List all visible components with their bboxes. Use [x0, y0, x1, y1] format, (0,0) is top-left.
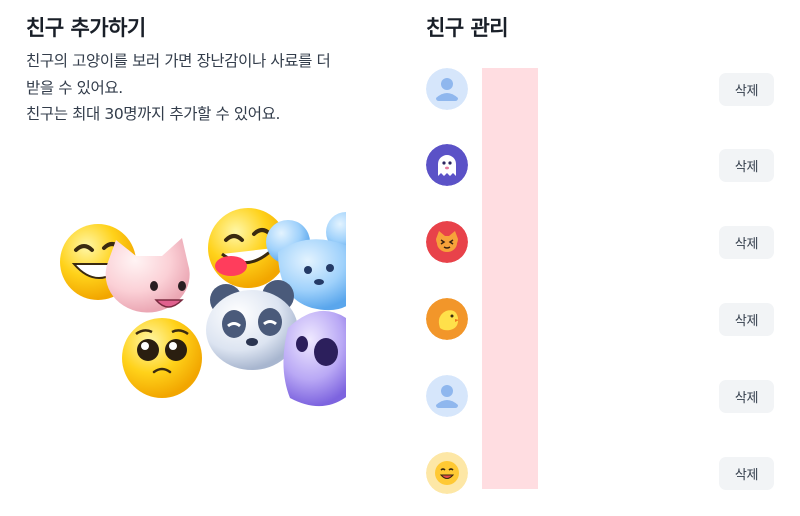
friend-row: 삭제 — [426, 68, 774, 112]
add-friend-description: 친구의 고양이를 보러 가면 장난감이나 사료를 더 받을 수 있어요. 친구는… — [26, 48, 371, 128]
description-line: 친구의 고양이를 보러 가면 장난감이나 사료를 더 — [26, 52, 331, 70]
manage-friends-panel: 친구 관리 삭제 삭제 삭제 삭제 삭제 삭제 — [426, 0, 800, 516]
delete-friend-button[interactable]: 삭제 — [719, 380, 774, 413]
redacted-names-block — [482, 68, 538, 489]
friend-row: 삭제 — [426, 144, 774, 188]
cat-face-icon — [426, 221, 468, 263]
friend-row: 삭제 — [426, 452, 774, 496]
chick-icon — [426, 298, 468, 340]
delete-friend-button[interactable]: 삭제 — [719, 226, 774, 259]
manage-friends-title: 친구 관리 — [426, 16, 509, 40]
friend-row: 삭제 — [426, 375, 774, 419]
delete-friend-button[interactable]: 삭제 — [719, 73, 774, 106]
delete-friend-button[interactable]: 삭제 — [719, 457, 774, 490]
friend-name — [482, 68, 538, 110]
ghost-icon — [426, 144, 468, 186]
delete-friend-button[interactable]: 삭제 — [719, 303, 774, 336]
friend-row: 삭제 — [426, 298, 774, 342]
default-person-icon — [426, 375, 468, 417]
description-line: 친구는 최대 30명까지 추가할 수 있어요. — [26, 105, 280, 123]
friend-name — [482, 452, 538, 494]
description-line: 받을 수 있어요. — [26, 78, 123, 97]
smiley-face-icon — [426, 452, 468, 494]
friend-name — [482, 298, 538, 340]
emoji-group-illustration — [60, 208, 346, 407]
friend-name — [482, 375, 538, 417]
friend-name — [482, 221, 538, 263]
add-friend-title: 친구 추가하기 — [26, 16, 146, 40]
delete-friend-button[interactable]: 삭제 — [719, 149, 774, 182]
friend-row: 삭제 — [426, 221, 774, 265]
friend-name — [482, 144, 538, 186]
add-friend-panel: 친구 추가하기 친구의 고양이를 보러 가면 장난감이나 사료를 더 받을 수 … — [26, 0, 376, 516]
default-person-icon — [426, 68, 468, 110]
